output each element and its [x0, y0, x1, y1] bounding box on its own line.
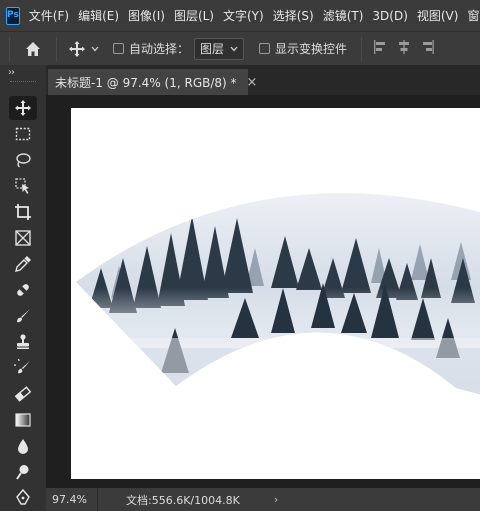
document-size-info: 文档:556.6K/1004.8K [126, 493, 240, 507]
options-bar: 自动选择： 图层 显示变换控件 [0, 31, 480, 65]
auto-select-label: 自动选择： [129, 42, 190, 56]
eraser-tool[interactable] [9, 382, 37, 406]
menu-window[interactable]: 窗 [467, 7, 479, 24]
show-transform-label: 显示变换控件 [275, 42, 348, 56]
dodge-icon [16, 465, 29, 480]
menu-view[interactable]: 视图(V) [417, 7, 459, 24]
menu-file[interactable]: 文件(F) [29, 7, 69, 24]
auto-select-target-dropdown[interactable]: 图层 [194, 37, 245, 60]
menu-filter[interactable]: 滤镜(T) [323, 7, 364, 24]
lasso-icon [16, 153, 31, 168]
history-brush-icon [14, 359, 30, 374]
clone-stamp-tool[interactable] [9, 330, 37, 354]
pen-tool[interactable] [9, 485, 37, 509]
crop-tool[interactable] [9, 200, 37, 224]
blur-icon [18, 439, 28, 454]
auto-select-checkbox[interactable] [113, 43, 124, 54]
home-icon[interactable] [20, 36, 46, 62]
chevron-down-icon [91, 46, 99, 51]
close-tab-icon[interactable]: × [247, 75, 258, 90]
status-bar: 97.4% 文档:556.6K/1004.8K › [46, 488, 480, 511]
menu-image[interactable]: 图像(I) [128, 7, 165, 24]
move-tool[interactable] [9, 96, 37, 120]
document-tab-bar: 未标题-1 @ 97.4% (1, RGB/8) * × [46, 65, 480, 95]
history-brush-tool[interactable] [9, 356, 37, 380]
document-workspace[interactable] [46, 95, 480, 488]
menu-bar: Ps 文件(F) 编辑(E) 图像(I) 图层(L) 文字(Y) 选择(S) 滤… [0, 0, 480, 31]
show-transform-checkbox[interactable] [259, 43, 271, 54]
blur-tool[interactable] [9, 434, 37, 458]
align-center-icon[interactable] [397, 39, 411, 58]
align-right-icon[interactable] [421, 39, 435, 58]
move-icon [15, 100, 31, 116]
object-selection-tool[interactable] [9, 174, 37, 198]
status-menu-arrow-icon[interactable]: › [274, 493, 278, 506]
document-tab[interactable]: 未标题-1 @ 97.4% (1, RGB/8) * × [48, 69, 257, 95]
tools-panel: ›› [0, 65, 46, 511]
separator [9, 36, 10, 61]
photoshop-logo-icon[interactable]: Ps [6, 6, 20, 25]
crop-icon [15, 204, 31, 220]
eyedropper-icon [15, 256, 31, 272]
dodge-tool[interactable] [9, 460, 37, 484]
gradient-icon [15, 413, 31, 427]
menu-3d[interactable]: 3D(D) [372, 9, 407, 23]
brush-tool[interactable] [9, 304, 37, 328]
align-left-icon[interactable] [373, 39, 387, 58]
separator [361, 36, 363, 61]
dropdown-value: 图层 [200, 42, 225, 56]
collapse-panel-icon[interactable]: ›› [8, 67, 15, 78]
move-tool-preset-icon[interactable] [69, 40, 99, 57]
canvas[interactable] [71, 108, 480, 479]
menu-select[interactable]: 选择(S) [273, 7, 314, 24]
panel-grip[interactable] [10, 81, 36, 83]
stamp-icon [17, 334, 29, 349]
menu-type[interactable]: 文字(Y) [223, 7, 264, 24]
pen-icon [16, 488, 30, 505]
frame-tool[interactable] [9, 226, 37, 250]
frame-icon [15, 230, 31, 246]
brush-icon [17, 309, 30, 323]
eraser-icon [14, 386, 32, 402]
chevron-down-icon [230, 46, 238, 51]
menu-layer[interactable]: 图层(L) [174, 7, 214, 24]
healing-icon [17, 284, 29, 296]
separator [56, 36, 57, 61]
object-select-icon [15, 178, 29, 194]
zoom-level-field[interactable]: 97.4% [46, 488, 98, 511]
marquee-tool[interactable] [9, 122, 37, 146]
menu-edit[interactable]: 编辑(E) [78, 7, 119, 24]
spot-healing-tool[interactable] [9, 278, 37, 302]
eyedropper-tool[interactable] [9, 252, 37, 276]
fan-landscape-image [76, 193, 480, 400]
marquee-icon [15, 127, 31, 141]
lasso-tool[interactable] [9, 148, 37, 172]
gradient-tool[interactable] [9, 408, 37, 432]
document-tab-title: 未标题-1 @ 97.4% (1, RGB/8) * [55, 75, 237, 90]
